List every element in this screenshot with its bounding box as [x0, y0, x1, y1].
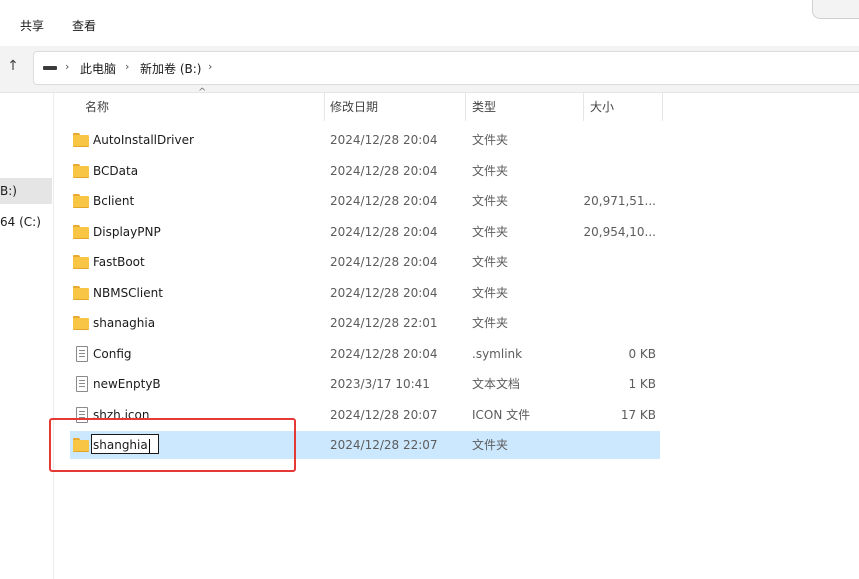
folder-icon [73, 163, 89, 178]
column-header-date[interactable]: 修改日期 [330, 93, 378, 121]
file-name: BCData [93, 163, 139, 178]
ribbon-tab-view[interactable]: 查看 [72, 17, 96, 34]
file-name: newEnptyB [93, 377, 161, 391]
folder-icon [73, 133, 89, 147]
file-date: 2024/12/28 20:04 [330, 346, 438, 361]
column-header-size[interactable]: 大小 [590, 93, 614, 121]
annotation-highlight-box [49, 418, 296, 472]
file-row[interactable]: Config 2024/12/28 20:04 .symlink 0 KB [70, 340, 660, 368]
sidebar-item-drive-c[interactable]: 64 (C:) [0, 209, 52, 235]
file-date: 2024/12/28 20:04 [330, 224, 438, 239]
file-row[interactable]: DisplayPNP 2024/12/28 20:04 文件夹 20,954,10..… [70, 218, 660, 246]
file-type: 文件夹 [472, 285, 509, 300]
breadcrumb-separator[interactable]: › [65, 60, 69, 73]
file-name: DisplayPNP [93, 224, 161, 239]
file-type: .symlink [472, 346, 523, 361]
navigation-bar: ↑ › 此电脑 › 新加卷 (B:) › [0, 46, 859, 93]
file-date: 2024/12/28 22:01 [330, 316, 438, 330]
file-size: 17 KB [620, 407, 656, 422]
breadcrumb-volume-b[interactable]: 新加卷 (B:) [140, 60, 201, 77]
sort-ascending-icon: ^ [198, 87, 207, 98]
text-file-icon [73, 376, 89, 392]
column-divider[interactable] [324, 93, 325, 121]
file-type: ICON 文件 [472, 407, 531, 422]
window-corner [812, 0, 859, 19]
file-date: 2024/12/28 20:04 [330, 194, 438, 208]
file-row[interactable]: FastBoot 2024/12/28 20:04 文件夹 [70, 248, 660, 276]
file-type: 文件夹 [472, 163, 509, 178]
file-row[interactable]: newEnptyB 2023/3/17 10:41 文本文档 1 KB [70, 370, 660, 398]
column-header-type[interactable]: 类型 [472, 93, 496, 121]
file-name: FastBoot [93, 255, 145, 269]
ribbon: 共享 查看 [0, 0, 859, 46]
folder-icon [73, 224, 89, 239]
file-list: 名称 ^ 修改日期 类型 大小 AutoInstallDriver 2024/12… [54, 87, 859, 579]
file-size: 0 KB [628, 346, 656, 361]
file-date: 2024/12/28 20:07 [330, 407, 438, 422]
file-date: 2024/12/28 20:04 [330, 285, 438, 300]
column-divider[interactable] [465, 93, 466, 121]
file-date: 2024/12/28 20:04 [330, 133, 438, 147]
sidebar-item-volume-b[interactable]: B:) [0, 178, 52, 204]
file-type: 文件夹 [472, 255, 509, 269]
file-type: 文件夹 [472, 224, 509, 239]
file-date: 2023/3/17 10:41 [330, 377, 430, 391]
ribbon-tab-share[interactable]: 共享 [20, 17, 44, 34]
folder-icon [73, 255, 89, 269]
breadcrumb-separator[interactable]: › [208, 60, 212, 73]
column-header-name[interactable]: 名称 [85, 93, 109, 121]
file-name: NBMSClient [93, 285, 163, 300]
file-row[interactable]: Bclient 2024/12/28 20:04 文件夹 20,971,51... [70, 187, 660, 215]
file-type: 文件夹 [472, 438, 509, 452]
file-type: 文件夹 [472, 133, 509, 147]
breadcrumb-separator[interactable]: › [125, 60, 129, 73]
file-type: 文件夹 [472, 194, 509, 208]
file-row[interactable]: NBMSClient 2024/12/28 20:04 文件夹 [70, 279, 660, 307]
file-date: 2024/12/28 20:04 [330, 163, 438, 178]
file-size: 20,954,10... [583, 224, 656, 239]
navigation-pane: B:) 64 (C:) [0, 93, 54, 579]
file-date: 2024/12/28 22:07 [330, 438, 438, 452]
column-divider[interactable] [662, 93, 663, 121]
file-row[interactable]: shanaghia 2024/12/28 22:01 文件夹 [70, 309, 660, 337]
up-arrow-icon[interactable]: ↑ [2, 54, 24, 78]
file-name: Config [93, 346, 132, 361]
file-size: 20,971,51... [583, 194, 656, 208]
symlink-file-icon [73, 345, 89, 362]
address-bar[interactable]: › 此电脑 › 新加卷 (B:) › [33, 51, 859, 85]
file-type: 文件夹 [472, 316, 509, 330]
drive-icon [43, 66, 57, 70]
file-size: 1 KB [628, 377, 656, 391]
file-row[interactable]: BCData 2024/12/28 20:04 文件夹 [70, 157, 660, 185]
folder-icon [73, 285, 89, 300]
file-name: Bclient [93, 194, 135, 208]
folder-icon [73, 316, 89, 330]
file-date: 2024/12/28 20:04 [330, 255, 438, 269]
file-row[interactable]: AutoInstallDriver 2024/12/28 20:04 文件夹 [70, 126, 660, 154]
file-type: 文本文档 [472, 377, 521, 391]
folder-icon [73, 194, 89, 208]
column-divider[interactable] [583, 93, 584, 121]
breadcrumb-this-pc[interactable]: 此电脑 [80, 60, 116, 77]
file-name: AutoInstallDriver [93, 133, 194, 147]
file-name: shanaghia [93, 316, 156, 330]
